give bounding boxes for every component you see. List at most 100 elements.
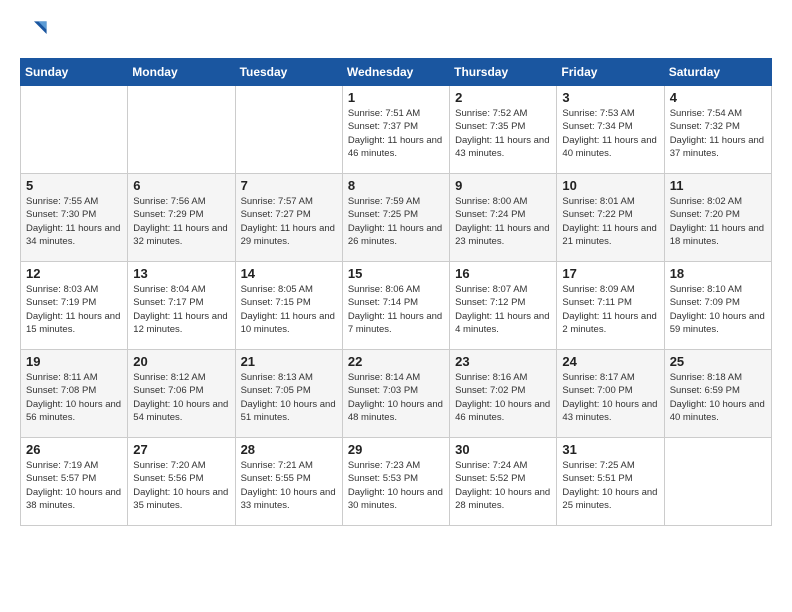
calendar-cell: 14Sunrise: 8:05 AM Sunset: 7:15 PM Dayli… (235, 262, 342, 350)
day-number: 24 (562, 354, 658, 369)
day-number: 27 (133, 442, 229, 457)
day-info: Sunrise: 8:02 AM Sunset: 7:20 PM Dayligh… (670, 195, 766, 248)
day-number: 5 (26, 178, 122, 193)
day-info: Sunrise: 7:56 AM Sunset: 7:29 PM Dayligh… (133, 195, 229, 248)
day-info: Sunrise: 7:21 AM Sunset: 5:55 PM Dayligh… (241, 459, 337, 512)
col-header-saturday: Saturday (664, 59, 771, 86)
day-info: Sunrise: 8:01 AM Sunset: 7:22 PM Dayligh… (562, 195, 658, 248)
day-info: Sunrise: 7:57 AM Sunset: 7:27 PM Dayligh… (241, 195, 337, 248)
calendar-cell: 19 Sunrise: 8:11 AM Sunset: 7:08 PM Dayli… (21, 350, 128, 438)
col-header-sunday: Sunday (21, 59, 128, 86)
calendar-week-row: 26 Sunrise: 7:19 AM Sunset: 5:57 PM Dayli… (21, 438, 772, 526)
day-number: 30 (455, 442, 551, 457)
calendar-cell: 20 Sunrise: 8:12 AM Sunset: 7:06 PM Dayli… (128, 350, 235, 438)
calendar-week-row: 12Sunrise: 8:03 AM Sunset: 7:19 PM Dayli… (21, 262, 772, 350)
col-header-tuesday: Tuesday (235, 59, 342, 86)
day-info: Sunrise: 8:18 AM Sunset: 6:59 PM Dayligh… (670, 371, 766, 424)
day-number: 12 (26, 266, 122, 281)
day-number: 25 (670, 354, 766, 369)
calendar-cell: 12Sunrise: 8:03 AM Sunset: 7:19 PM Dayli… (21, 262, 128, 350)
calendar-cell: 18Sunrise: 8:10 AM Sunset: 7:09 PM Dayli… (664, 262, 771, 350)
calendar-cell: 3 Sunrise: 7:53 AM Sunset: 7:34 PM Daylig… (557, 86, 664, 174)
day-info: Sunrise: 8:12 AM Sunset: 7:06 PM Dayligh… (133, 371, 229, 424)
day-number: 28 (241, 442, 337, 457)
day-info: Sunrise: 8:13 AM Sunset: 7:05 PM Dayligh… (241, 371, 337, 424)
day-number: 4 (670, 90, 766, 105)
calendar-cell: 25 Sunrise: 8:18 AM Sunset: 6:59 PM Dayli… (664, 350, 771, 438)
logo-icon (20, 20, 48, 48)
calendar-header-row: SundayMondayTuesdayWednesdayThursdayFrid… (21, 59, 772, 86)
calendar-cell: 26 Sunrise: 7:19 AM Sunset: 5:57 PM Dayli… (21, 438, 128, 526)
day-info: Sunrise: 8:17 AM Sunset: 7:00 PM Dayligh… (562, 371, 658, 424)
calendar-cell: 29Sunrise: 7:23 AM Sunset: 5:53 PM Dayli… (342, 438, 449, 526)
calendar-cell: 8 Sunrise: 7:59 AM Sunset: 7:25 PM Daylig… (342, 174, 449, 262)
calendar-cell: 5 Sunrise: 7:55 AM Sunset: 7:30 PM Daylig… (21, 174, 128, 262)
col-header-wednesday: Wednesday (342, 59, 449, 86)
day-info: Sunrise: 8:00 AM Sunset: 7:24 PM Dayligh… (455, 195, 551, 248)
day-number: 20 (133, 354, 229, 369)
day-number: 6 (133, 178, 229, 193)
day-info: Sunrise: 7:20 AM Sunset: 5:56 PM Dayligh… (133, 459, 229, 512)
calendar-cell: 31 Sunrise: 7:25 AM Sunset: 5:51 PM Dayli… (557, 438, 664, 526)
calendar-cell (21, 86, 128, 174)
day-number: 2 (455, 90, 551, 105)
day-info: Sunrise: 7:25 AM Sunset: 5:51 PM Dayligh… (562, 459, 658, 512)
day-number: 15 (348, 266, 444, 281)
calendar-week-row: 1 Sunrise: 7:51 AM Sunset: 7:37 PM Daylig… (21, 86, 772, 174)
day-number: 3 (562, 90, 658, 105)
day-info: Sunrise: 7:59 AM Sunset: 7:25 PM Dayligh… (348, 195, 444, 248)
calendar-cell: 11Sunrise: 8:02 AM Sunset: 7:20 PM Dayli… (664, 174, 771, 262)
calendar-cell: 10 Sunrise: 8:01 AM Sunset: 7:22 PM Dayli… (557, 174, 664, 262)
day-number: 1 (348, 90, 444, 105)
day-info: Sunrise: 8:11 AM Sunset: 7:08 PM Dayligh… (26, 371, 122, 424)
day-number: 31 (562, 442, 658, 457)
day-number: 13 (133, 266, 229, 281)
calendar-cell: 23Sunrise: 8:16 AM Sunset: 7:02 PM Dayli… (450, 350, 557, 438)
calendar-cell: 9 Sunrise: 8:00 AM Sunset: 7:24 PM Daylig… (450, 174, 557, 262)
day-number: 8 (348, 178, 444, 193)
calendar-cell: 1 Sunrise: 7:51 AM Sunset: 7:37 PM Daylig… (342, 86, 449, 174)
day-info: Sunrise: 8:14 AM Sunset: 7:03 PM Dayligh… (348, 371, 444, 424)
logo (20, 20, 52, 48)
day-info: Sunrise: 7:23 AM Sunset: 5:53 PM Dayligh… (348, 459, 444, 512)
calendar-cell: 13 Sunrise: 8:04 AM Sunset: 7:17 PM Dayli… (128, 262, 235, 350)
day-number: 19 (26, 354, 122, 369)
day-info: Sunrise: 8:10 AM Sunset: 7:09 PM Dayligh… (670, 283, 766, 336)
calendar-cell: 27 Sunrise: 7:20 AM Sunset: 5:56 PM Dayli… (128, 438, 235, 526)
day-info: Sunrise: 7:51 AM Sunset: 7:37 PM Dayligh… (348, 107, 444, 160)
calendar-cell: 15Sunrise: 8:06 AM Sunset: 7:14 PM Dayli… (342, 262, 449, 350)
day-info: Sunrise: 7:55 AM Sunset: 7:30 PM Dayligh… (26, 195, 122, 248)
calendar-week-row: 19 Sunrise: 8:11 AM Sunset: 7:08 PM Dayli… (21, 350, 772, 438)
day-info: Sunrise: 8:07 AM Sunset: 7:12 PM Dayligh… (455, 283, 551, 336)
day-info: Sunrise: 7:53 AM Sunset: 7:34 PM Dayligh… (562, 107, 658, 160)
day-number: 21 (241, 354, 337, 369)
day-info: Sunrise: 7:52 AM Sunset: 7:35 PM Dayligh… (455, 107, 551, 160)
day-info: Sunrise: 8:09 AM Sunset: 7:11 PM Dayligh… (562, 283, 658, 336)
calendar-table: SundayMondayTuesdayWednesdayThursdayFrid… (20, 58, 772, 526)
calendar-cell: 30 Sunrise: 7:24 AM Sunset: 5:52 PM Dayli… (450, 438, 557, 526)
day-info: Sunrise: 7:19 AM Sunset: 5:57 PM Dayligh… (26, 459, 122, 512)
day-number: 16 (455, 266, 551, 281)
calendar-cell: 24 Sunrise: 8:17 AM Sunset: 7:00 PM Dayli… (557, 350, 664, 438)
calendar-cell: 21 Sunrise: 8:13 AM Sunset: 7:05 PM Dayli… (235, 350, 342, 438)
calendar-cell (235, 86, 342, 174)
col-header-thursday: Thursday (450, 59, 557, 86)
calendar-cell: 28 Sunrise: 7:21 AM Sunset: 5:55 PM Dayli… (235, 438, 342, 526)
col-header-friday: Friday (557, 59, 664, 86)
calendar-week-row: 5 Sunrise: 7:55 AM Sunset: 7:30 PM Daylig… (21, 174, 772, 262)
day-number: 9 (455, 178, 551, 193)
calendar-cell: 6 Sunrise: 7:56 AM Sunset: 7:29 PM Daylig… (128, 174, 235, 262)
calendar-cell: 16 Sunrise: 8:07 AM Sunset: 7:12 PM Dayli… (450, 262, 557, 350)
day-info: Sunrise: 7:24 AM Sunset: 5:52 PM Dayligh… (455, 459, 551, 512)
day-number: 10 (562, 178, 658, 193)
day-number: 7 (241, 178, 337, 193)
day-info: Sunrise: 8:16 AM Sunset: 7:02 PM Dayligh… (455, 371, 551, 424)
day-info: Sunrise: 8:04 AM Sunset: 7:17 PM Dayligh… (133, 283, 229, 336)
calendar-cell: 7 Sunrise: 7:57 AM Sunset: 7:27 PM Daylig… (235, 174, 342, 262)
day-number: 14 (241, 266, 337, 281)
page-header (20, 20, 772, 48)
calendar-cell: 2 Sunrise: 7:52 AM Sunset: 7:35 PM Daylig… (450, 86, 557, 174)
calendar-cell (664, 438, 771, 526)
col-header-monday: Monday (128, 59, 235, 86)
day-number: 26 (26, 442, 122, 457)
